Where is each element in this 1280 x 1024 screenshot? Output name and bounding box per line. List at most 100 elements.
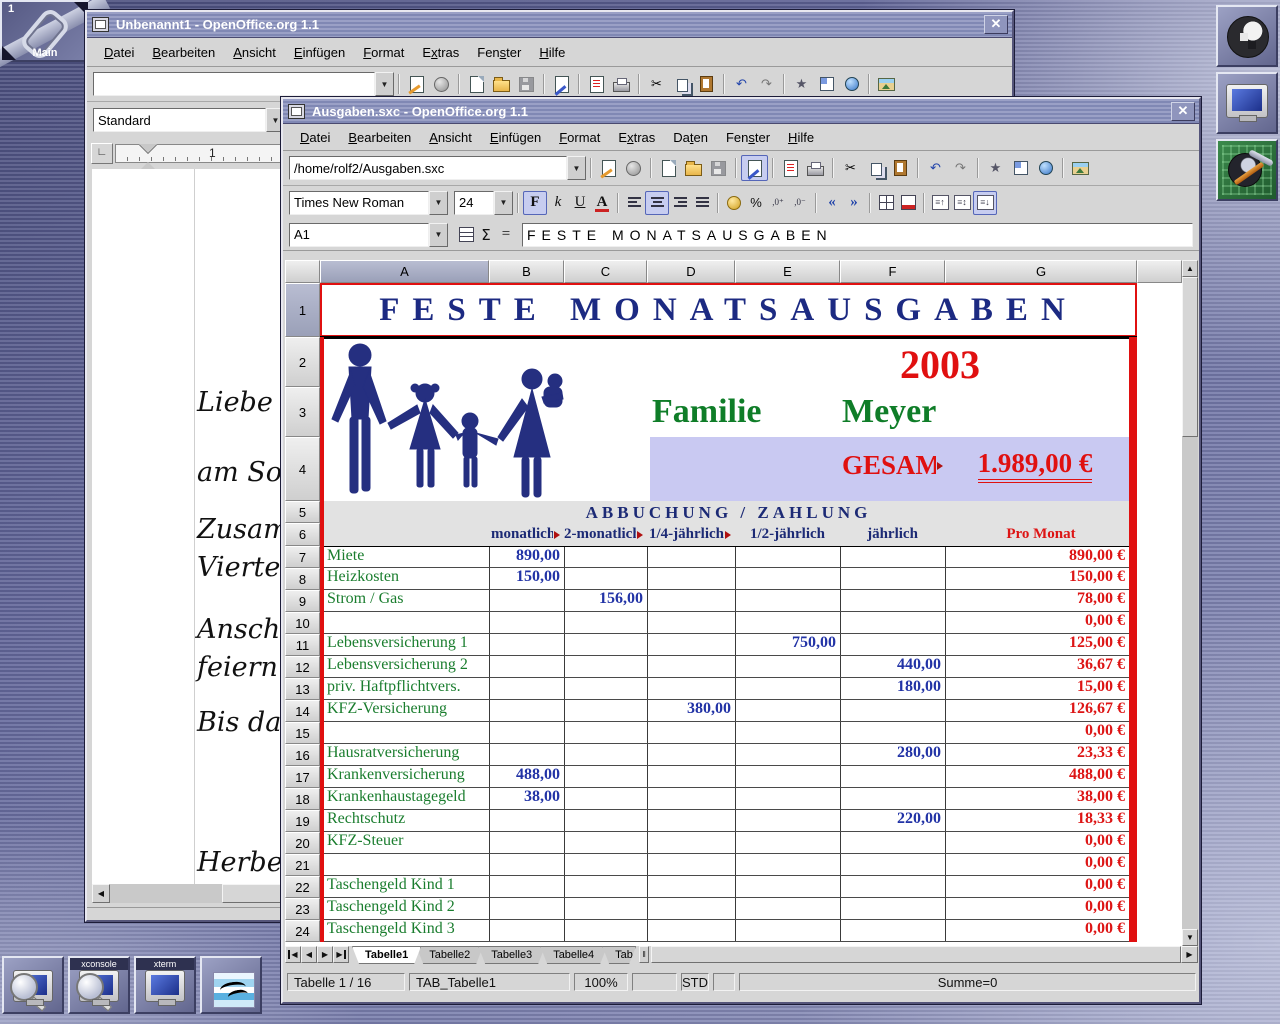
gallery-icon[interactable] xyxy=(1068,156,1093,180)
cell-G8[interactable]: 150,00 € xyxy=(945,568,1137,589)
menu-item-format[interactable]: Format xyxy=(550,127,609,148)
cell-C24[interactable] xyxy=(564,920,647,941)
calc-close-button[interactable]: ✕ xyxy=(1171,102,1195,121)
equals-icon[interactable]: = xyxy=(496,224,516,246)
hyperlink-icon[interactable] xyxy=(1033,156,1058,180)
sheet-row-17[interactable]: Krankenversicherung488,00488,00 € xyxy=(320,766,1137,788)
cell-D8[interactable] xyxy=(647,568,735,589)
row-header-11[interactable]: 11 xyxy=(285,634,320,656)
cell-reference-dropdown[interactable]: ▼ xyxy=(429,223,448,247)
scroll-right-button[interactable]: ▶ xyxy=(1181,946,1198,963)
stylist-icon[interactable] xyxy=(1008,156,1033,180)
calc-titlebar[interactable]: Ausgaben.sxc - OpenOffice.org 1.1 ✕ xyxy=(283,99,1199,124)
align-right-icon[interactable] xyxy=(669,192,691,214)
cell-D20[interactable] xyxy=(647,832,735,853)
cut-icon[interactable]: ✂ xyxy=(838,156,863,180)
cell-B16[interactable] xyxy=(489,744,564,765)
edit-file-icon[interactable] xyxy=(549,72,574,96)
align-left-icon[interactable] xyxy=(623,192,645,214)
cell-C10[interactable] xyxy=(564,612,647,633)
cell-E8[interactable] xyxy=(735,568,840,589)
cell-B20[interactable] xyxy=(489,832,564,853)
cell-D18[interactable] xyxy=(647,788,735,809)
writer-close-button[interactable]: ✕ xyxy=(984,15,1008,34)
open-document-icon[interactable] xyxy=(489,72,514,96)
row-header-13[interactable]: 13 xyxy=(285,678,320,700)
cell-D21[interactable] xyxy=(647,854,735,875)
export-pdf-icon[interactable] xyxy=(584,72,609,96)
taskbar-button-magnifier-monitor-icon[interactable] xyxy=(2,956,64,1014)
last-sheet-button[interactable]: ▶ xyxy=(333,946,349,963)
column-header-B[interactable]: B xyxy=(489,260,564,283)
cell-F21[interactable] xyxy=(840,854,945,875)
save-document-icon[interactable] xyxy=(514,72,539,96)
period-label-4[interactable]: 1/2-jährlich xyxy=(735,523,840,546)
cell-G14[interactable]: 126,67 € xyxy=(945,700,1137,721)
cell-A8[interactable]: Heizkosten xyxy=(320,568,489,589)
row-header-3[interactable]: 3 xyxy=(285,387,320,437)
percent-format-icon[interactable]: % xyxy=(745,192,767,214)
cell-reference-input[interactable]: A1 xyxy=(289,223,429,247)
redo-icon[interactable]: ↷ xyxy=(754,72,779,96)
cell-C16[interactable] xyxy=(564,744,647,765)
column-headers[interactable]: ABCDEFG xyxy=(285,260,1182,283)
bold-icon[interactable]: F xyxy=(523,191,547,215)
cell-title-row[interactable]: FESTE MONATSAUSGABEN xyxy=(320,283,1137,337)
row-header-16[interactable]: 16 xyxy=(285,744,320,766)
print-icon[interactable] xyxy=(609,72,634,96)
menu-item-fenster[interactable]: Fenster xyxy=(717,127,779,148)
cell-D14[interactable]: 380,00 xyxy=(647,700,735,721)
row-header-24[interactable]: 24 xyxy=(285,920,320,942)
menu-item-bearbeiten[interactable]: Bearbeiten xyxy=(143,42,224,63)
cell-E9[interactable] xyxy=(735,590,840,611)
cell-A7[interactable]: Miete xyxy=(320,547,489,567)
menu-item-ansicht[interactable]: Ansicht xyxy=(224,42,285,63)
row-header-15[interactable]: 15 xyxy=(285,722,320,744)
tab-splitter[interactable]: ‖ xyxy=(639,946,649,963)
desktop-icon-wm-logo[interactable] xyxy=(1216,5,1278,67)
cell-G15[interactable]: 0,00 € xyxy=(945,722,1137,743)
sheet-tab-tabelle4[interactable]: Tabelle4 xyxy=(540,946,607,964)
cell-B19[interactable] xyxy=(489,810,564,831)
cell-B9[interactable] xyxy=(489,590,564,611)
row-header-20[interactable]: 20 xyxy=(285,832,320,854)
cell-A23[interactable]: Taschengeld Kind 2 xyxy=(320,898,489,919)
cell-A14[interactable]: KFZ-Versicherung xyxy=(320,700,489,721)
underline-icon[interactable]: U xyxy=(569,192,591,214)
cell-B24[interactable] xyxy=(489,920,564,941)
cell-A16[interactable]: Hausratversicherung xyxy=(320,744,489,765)
cell-gesamt-value[interactable]: 1.989,00 € xyxy=(945,448,1125,479)
open-url-icon[interactable] xyxy=(596,156,621,180)
cell-E10[interactable] xyxy=(735,612,840,633)
menu-item-bearbeiten[interactable]: Bearbeiten xyxy=(339,127,420,148)
sheet-row-7[interactable]: Miete890,00890,00 € xyxy=(320,546,1137,568)
cell-G19[interactable]: 18,33 € xyxy=(945,810,1137,831)
cell-D23[interactable] xyxy=(647,898,735,919)
cell-C17[interactable] xyxy=(564,766,647,787)
cell-D13[interactable] xyxy=(647,678,735,699)
cell-D19[interactable] xyxy=(647,810,735,831)
cell-F13[interactable]: 180,00 xyxy=(840,678,945,699)
print-icon[interactable] xyxy=(803,156,828,180)
period-label-5[interactable]: jährlich xyxy=(840,523,945,546)
paste-icon[interactable] xyxy=(888,156,913,180)
column-header-A[interactable]: A xyxy=(320,260,489,283)
cell-C19[interactable] xyxy=(564,810,647,831)
sheet-tab-tabelle2[interactable]: Tabelle2 xyxy=(416,946,483,964)
row-headers[interactable]: 123456789101112131415161718192021222324 xyxy=(285,283,320,942)
menu-item-hilfe[interactable]: Hilfe xyxy=(779,127,823,148)
cell-D24[interactable] xyxy=(647,920,735,941)
add-decimal-icon[interactable]: ,0⁺ xyxy=(767,192,789,214)
cell-G10[interactable]: 0,00 € xyxy=(945,612,1137,633)
cell-G7[interactable]: 890,00 € xyxy=(945,547,1137,567)
cell-G18[interactable]: 38,00 € xyxy=(945,788,1137,809)
cell-D17[interactable] xyxy=(647,766,735,787)
cell-A12[interactable]: Lebensversicherung 2 xyxy=(320,656,489,677)
cell-C12[interactable] xyxy=(564,656,647,677)
open-document-icon[interactable] xyxy=(681,156,706,180)
cell-G23[interactable]: 0,00 € xyxy=(945,898,1137,919)
tab-type-button[interactable]: ∟ xyxy=(91,143,113,164)
cell-C13[interactable] xyxy=(564,678,647,699)
sheet-row-18[interactable]: Krankenhaustagegeld38,0038,00 € xyxy=(320,788,1137,810)
pager-main-widget[interactable]: 1 Main xyxy=(0,0,90,62)
